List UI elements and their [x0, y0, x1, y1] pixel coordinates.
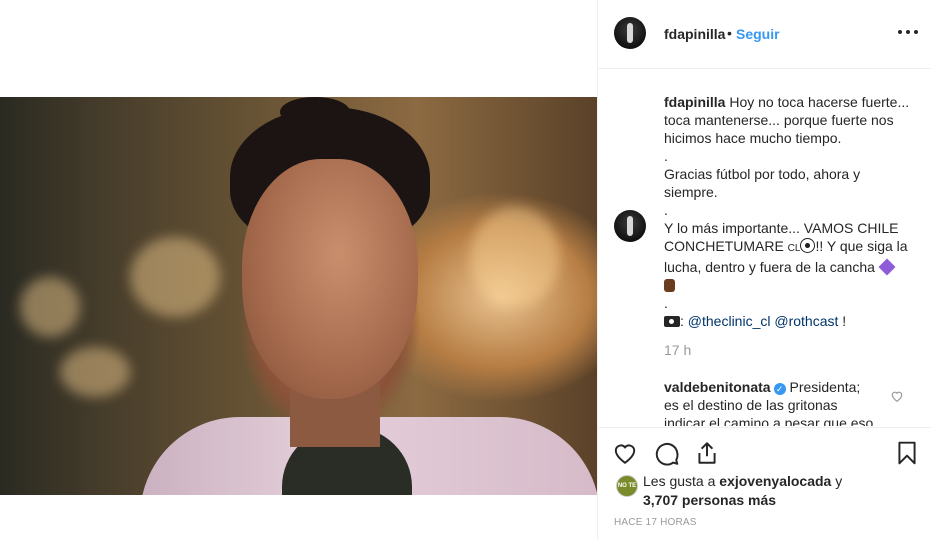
- post-caption: fdapinilla Hoy no toca hacerse fuerte...…: [664, 93, 914, 330]
- bookmark-icon[interactable]: [894, 440, 920, 466]
- post-side-panel: fdapinilla • Seguir fdapinilla Hoy no to…: [597, 0, 931, 540]
- post-age[interactable]: HACE 17 HORAS: [614, 517, 697, 528]
- comment-username[interactable]: valdebenitonata: [664, 379, 771, 395]
- author-avatar[interactable]: [614, 17, 646, 49]
- credits-separator: :: [680, 313, 688, 329]
- header-separator: •: [727, 25, 732, 41]
- comment-item: valdebenitonata ✓ Presidenta; es el desti…: [664, 378, 878, 426]
- soccer-ball-icon: [800, 238, 816, 253]
- verified-badge-icon: ✓: [773, 383, 786, 395]
- liker-avatar[interactable]: NO TE: [616, 475, 638, 497]
- caption-username[interactable]: fdapinilla: [664, 94, 725, 110]
- author-username[interactable]: fdapinilla: [664, 26, 725, 42]
- caption-dot-2: .: [664, 202, 668, 218]
- likes-count[interactable]: 3,707 personas más: [643, 492, 776, 508]
- liker-username[interactable]: exjovenyalocada: [719, 473, 831, 489]
- caption-dot-1: .: [664, 148, 668, 164]
- comment-like-heart-icon[interactable]: [890, 389, 904, 403]
- credits-end: !: [838, 313, 847, 329]
- caption-avatar[interactable]: [614, 210, 646, 242]
- post-media-area: [0, 0, 597, 540]
- like-heart-icon[interactable]: [612, 440, 638, 466]
- more-options-icon[interactable]: [898, 24, 920, 40]
- raised-fist-icon: [664, 279, 675, 292]
- mention-rothcast[interactable]: @rothcast: [774, 313, 838, 329]
- post-photo[interactable]: [0, 97, 597, 495]
- action-bar: [598, 427, 931, 476]
- caption-line-2: Gracias fútbol por todo, ahora y siempre…: [664, 166, 864, 200]
- caption-dot-3: .: [664, 295, 668, 311]
- mention-theclinic[interactable]: @theclinic_cl: [688, 313, 771, 329]
- camera-icon: [664, 316, 680, 327]
- comments-list[interactable]: fdapinilla Hoy no toca hacerse fuerte...…: [598, 69, 931, 426]
- caption-timestamp[interactable]: 17 h: [664, 342, 691, 358]
- likes-prefix: Les gusta a: [643, 473, 720, 489]
- likes-middle: y: [831, 473, 843, 489]
- purple-heart-icon: [878, 258, 896, 276]
- comment-bubble-icon[interactable]: [654, 440, 680, 466]
- follow-button[interactable]: Seguir: [736, 26, 780, 42]
- share-icon[interactable]: [694, 440, 720, 466]
- post-header: fdapinilla • Seguir: [598, 0, 931, 69]
- cl-flag-text: CL: [787, 243, 801, 254]
